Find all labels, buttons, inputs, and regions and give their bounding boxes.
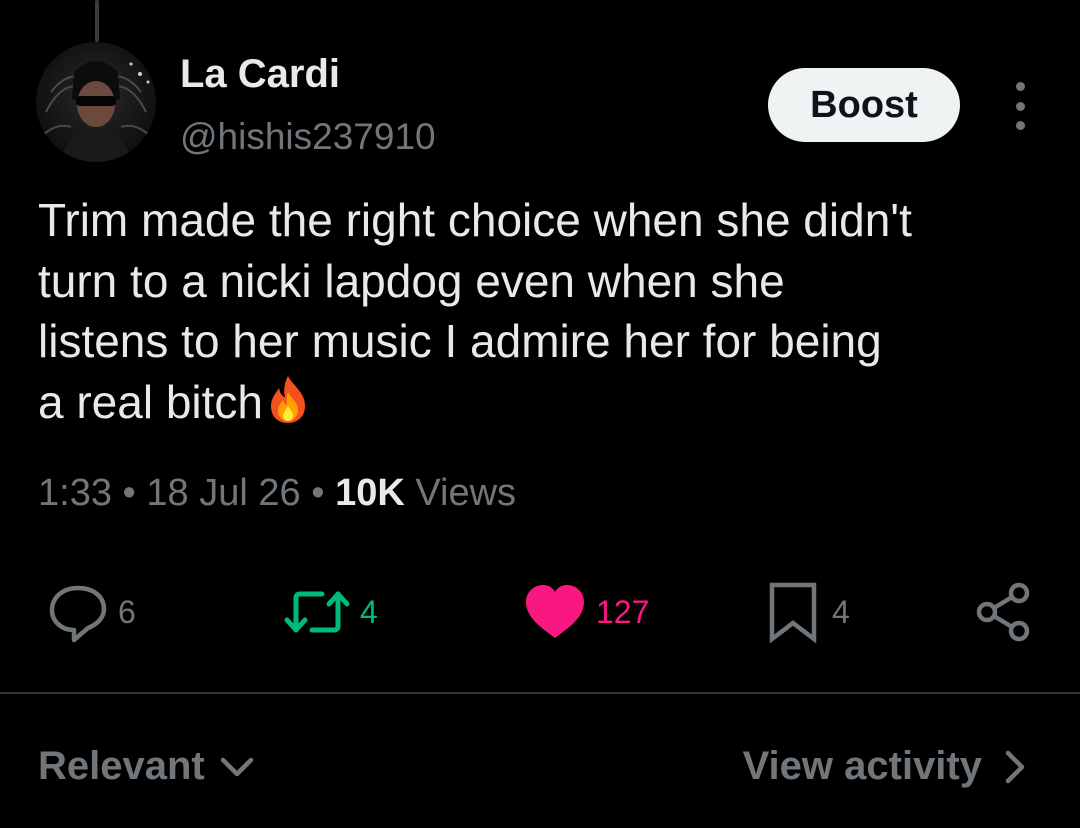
share-button[interactable]: [972, 580, 1036, 644]
boost-button[interactable]: Boost: [768, 68, 960, 142]
repost-count: 4: [360, 593, 378, 630]
bookmark-count: 4: [832, 593, 850, 630]
reply-icon: [49, 585, 107, 643]
sort-label: Relevant: [38, 744, 205, 788]
display-name[interactable]: La Cardi: [180, 52, 340, 97]
tweet-date[interactable]: 18 Jul 26: [146, 472, 300, 514]
tweet-time[interactable]: 1:33: [38, 472, 112, 514]
like-button[interactable]: 127: [522, 580, 649, 644]
more-dot: [1015, 101, 1025, 111]
avatar-image: [40, 61, 152, 162]
views-label: Views: [415, 472, 517, 514]
tweet-line: listens to her music I admire her for be…: [38, 315, 882, 367]
tweet-meta: 1:33 • 18 Jul 26 • 10K Views: [38, 472, 516, 515]
sort-dropdown[interactable]: Relevant: [38, 744, 259, 789]
view-activity-link[interactable]: View activity: [743, 744, 1032, 789]
views-count: 10K: [335, 472, 405, 514]
chevron-down-icon: [220, 757, 253, 776]
like-count: 127: [596, 593, 650, 630]
divider: [0, 692, 1080, 694]
more-dot: [1015, 121, 1025, 130]
bookmark-icon: [769, 582, 817, 644]
fire-emoji: [265, 374, 311, 439]
chevron-right-icon: [1005, 750, 1025, 783]
view-activity-label: View activity: [742, 744, 982, 788]
meta-separator: •: [122, 472, 136, 514]
meta-separator: •: [311, 472, 325, 514]
more-dot: [1015, 82, 1025, 91]
tweet-line: turn to a nicki lapdog even when she: [38, 254, 785, 307]
avatar[interactable]: [36, 42, 156, 162]
heart-icon: [526, 585, 584, 638]
more-vertical-icon[interactable]: [1000, 82, 1040, 130]
tweet-line: a real bitch: [38, 375, 264, 428]
bookmark-button[interactable]: 4: [764, 580, 850, 644]
repost-icon: [284, 591, 350, 633]
thread-connector-line: [95, 0, 99, 42]
repost-button[interactable]: 4: [282, 580, 378, 644]
user-handle[interactable]: @hishis237910: [180, 116, 436, 158]
tweet-text: Trim made the right choice when she didn…: [38, 190, 1058, 438]
share-icon: [976, 582, 1030, 642]
reply-count: 6: [118, 593, 136, 630]
tweet-line: Trim made the right choice when she didn…: [38, 194, 912, 246]
reply-button[interactable]: 6: [46, 580, 136, 644]
